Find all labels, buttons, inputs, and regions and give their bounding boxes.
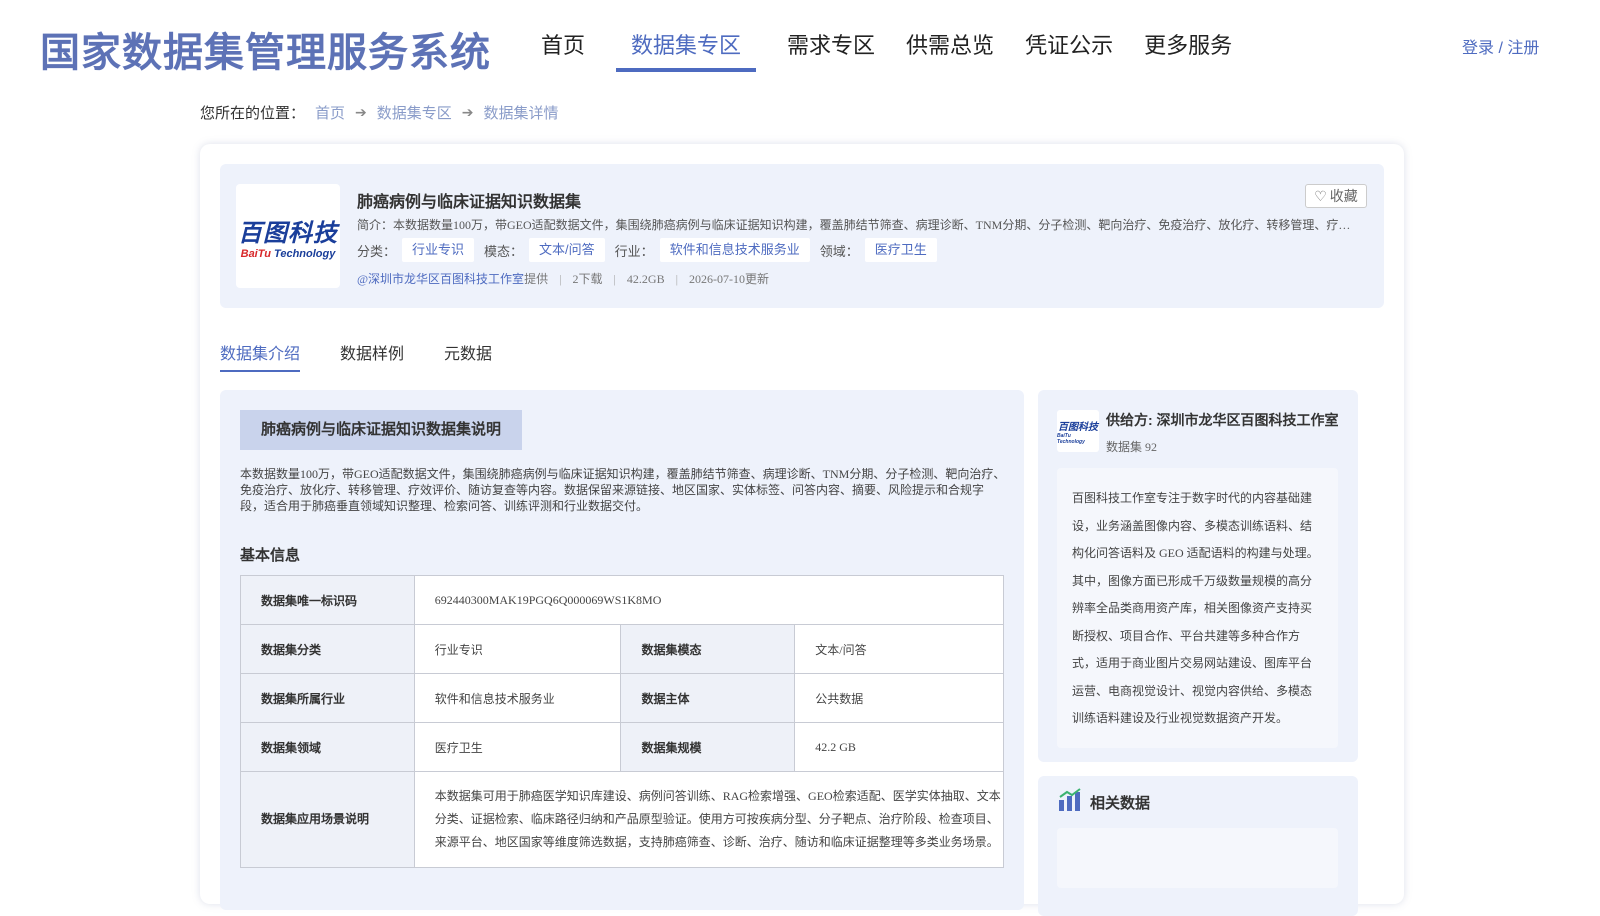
bar-chart-icon xyxy=(1059,788,1081,811)
table-row: 数据集应用场景说明 本数据集可用于肺癌医学知识库建设、病例问答训练、RAG检索增… xyxy=(240,771,1005,868)
table-key: 数据主体 xyxy=(620,673,796,723)
supplier-name[interactable]: 供给方: 深圳市龙华区百图科技工作室 xyxy=(1106,410,1339,430)
tag-domain[interactable]: 医疗卫生 xyxy=(864,238,937,262)
nav-demands[interactable]: 需求专区 xyxy=(787,28,875,68)
table-value: 公共数据 xyxy=(794,673,1004,723)
related-data-panel: 相关数据 xyxy=(1038,776,1358,916)
provider-link[interactable]: @深圳市龙华区百图科技工作室 xyxy=(357,272,524,286)
tag-modality[interactable]: 文本/问答 xyxy=(529,238,605,262)
arrow-right-icon: ➔ xyxy=(461,104,474,120)
intro-panel: 肺癌病例与临床证据知识数据集说明 本数据数量100万，带GEO适配数据文件，集围… xyxy=(220,390,1024,910)
table-value: 本数据集可用于肺癌医学知识库建设、病例问答训练、RAG检索增强、GEO检索适配、… xyxy=(413,771,1005,868)
table-key: 数据集规模 xyxy=(620,722,796,772)
breadcrumb-home[interactable]: 首页 xyxy=(315,102,345,123)
nav-more-services[interactable]: 更多服务 xyxy=(1144,28,1232,68)
breadcrumb: 您所在的位置： 首页 ➔ 数据集专区 ➔ 数据集详情 xyxy=(200,102,559,123)
tag-industry[interactable]: 软件和信息技术服务业 xyxy=(659,238,810,262)
intro-description: 本数据数量100万，带GEO适配数据文件，集围绕肺癌病例与临床证据知识构建，覆盖… xyxy=(240,467,1006,513)
table-value: 692440300MAK19PGQ6Q000069WS1K8MO xyxy=(413,575,1005,625)
related-data-list xyxy=(1057,828,1338,888)
breadcrumb-detail: 数据集详情 xyxy=(483,105,559,122)
site-logo[interactable]: 国家数据集管理服务系统 xyxy=(40,20,491,78)
table-value: 软件和信息技术服务业 xyxy=(413,673,622,723)
arrow-right-icon: ➔ xyxy=(355,104,367,120)
dataset-title: 肺癌病例与临床证据知识数据集 xyxy=(357,194,582,211)
favorite-label: 收藏 xyxy=(1329,188,1358,204)
table-row: 数据集所属行业 软件和信息技术服务业 数据主体 公共数据 xyxy=(240,673,1004,723)
site-header: 国家数据集管理服务系统 首页 数据集专区 需求专区 供需总览 凭证公示 更多服务… xyxy=(0,0,1600,86)
basic-info-table: 数据集唯一标识码 692440300MAK19PGQ6Q000069WS1K8M… xyxy=(240,575,1005,868)
logo-text-en: BaiTu Technology xyxy=(240,247,336,260)
related-data-title: 相关数据 xyxy=(1090,795,1151,812)
logo-text-cn: 百图科技 xyxy=(1058,421,1098,433)
intro-section-title: 肺癌病例与临床证据知识数据集说明 xyxy=(240,410,523,450)
detail-tabs: 数据集介绍 数据样例 元数据 xyxy=(220,340,532,372)
table-row: 数据集分类 行业专识 数据集模态 文本/问答 xyxy=(240,624,1004,674)
dataset-detail-card: 百图科技 BaiTu Technology 肺癌病例与临床证据知识数据集 ♡ 收… xyxy=(200,144,1404,916)
tag-key: 领域： xyxy=(819,243,859,259)
tag-category[interactable]: 行业专识 xyxy=(402,238,475,262)
update-date: 2026-07-10更新 xyxy=(688,272,769,286)
breadcrumb-prefix: 您所在的位置： xyxy=(200,105,306,122)
dataset-meta: @深圳市龙华区百图科技工作室提供 | 2下载 | 42.2GB | 2026-0… xyxy=(357,272,769,286)
table-row: 数据集领域 医疗卫生 数据集规模 42.2 GB xyxy=(240,722,1004,772)
table-key: 数据集所属行业 xyxy=(240,673,415,723)
provider-logo: 百图科技 BaiTu Technology xyxy=(236,184,340,288)
table-value: 行业专识 xyxy=(413,624,622,674)
nav-overview[interactable]: 供需总览 xyxy=(906,28,994,68)
nav-home[interactable]: 首页 xyxy=(541,28,585,68)
tab-samples[interactable]: 数据样例 xyxy=(340,340,404,372)
table-key: 数据集分类 xyxy=(240,624,415,674)
heart-icon: ♡ xyxy=(1314,187,1327,204)
tab-metadata[interactable]: 元数据 xyxy=(444,340,492,372)
breadcrumb-datasets[interactable]: 数据集专区 xyxy=(377,102,452,123)
tag-key: 分类： xyxy=(357,243,397,259)
supplier-logo: 百图科技 BaiTu Technology xyxy=(1057,410,1099,452)
tag-key: 模态： xyxy=(484,243,524,259)
table-key: 数据集应用场景说明 xyxy=(240,771,415,868)
logo-text-en: BaiTu Technology xyxy=(1057,432,1085,445)
login-register-link[interactable]: 登录 / 注册 xyxy=(1462,34,1539,58)
main-nav: 首页 数据集专区 需求专区 供需总览 凭证公示 更多服务 xyxy=(541,28,1263,72)
basic-info-heading: 基本信息 xyxy=(240,547,301,564)
dataset-summary: 百图科技 BaiTu Technology 肺癌病例与临床证据知识数据集 ♡ 收… xyxy=(220,164,1384,308)
table-row: 数据集唯一标识码 692440300MAK19PGQ6Q000069WS1K8M… xyxy=(240,575,1005,625)
download-count: 2下载 xyxy=(572,272,603,286)
tab-intro[interactable]: 数据集介绍 xyxy=(220,340,301,372)
nav-certificates[interactable]: 凭证公示 xyxy=(1025,28,1113,68)
tag-key: 行业： xyxy=(614,243,654,259)
provided-text: 提供 xyxy=(524,272,549,286)
logo-text-cn: 百图科技 xyxy=(238,219,338,247)
table-value: 医疗卫生 xyxy=(413,722,622,772)
dataset-size: 42.2GB xyxy=(626,272,665,286)
favorite-button[interactable]: ♡ 收藏 xyxy=(1305,184,1367,208)
table-value: 文本/问答 xyxy=(794,624,1004,674)
table-key: 数据集领域 xyxy=(240,722,415,772)
dataset-tags: 分类： 行业专识 模态： 文本/问答 行业： 软件和信息技术服务业 领域： 医疗… xyxy=(357,238,947,262)
nav-datasets[interactable]: 数据集专区 xyxy=(616,28,757,72)
table-key: 数据集模态 xyxy=(620,624,796,674)
table-value: 42.2 GB xyxy=(794,722,1004,772)
table-key: 数据集唯一标识码 xyxy=(240,575,415,625)
supplier-dataset-count: 数据集 92 xyxy=(1106,440,1158,454)
supplier-panel: 百图科技 BaiTu Technology 供给方: 深圳市龙华区百图科技工作室… xyxy=(1038,390,1358,762)
supplier-description: 百图科技工作室专注于数字时代的内容基础建设，业务涵盖图像内容、多模态训练语料、结… xyxy=(1057,468,1338,748)
dataset-intro: 简介：本数据数量100万，带GEO适配数据文件，集围绕肺癌病例与临床证据知识构建… xyxy=(357,218,1362,232)
